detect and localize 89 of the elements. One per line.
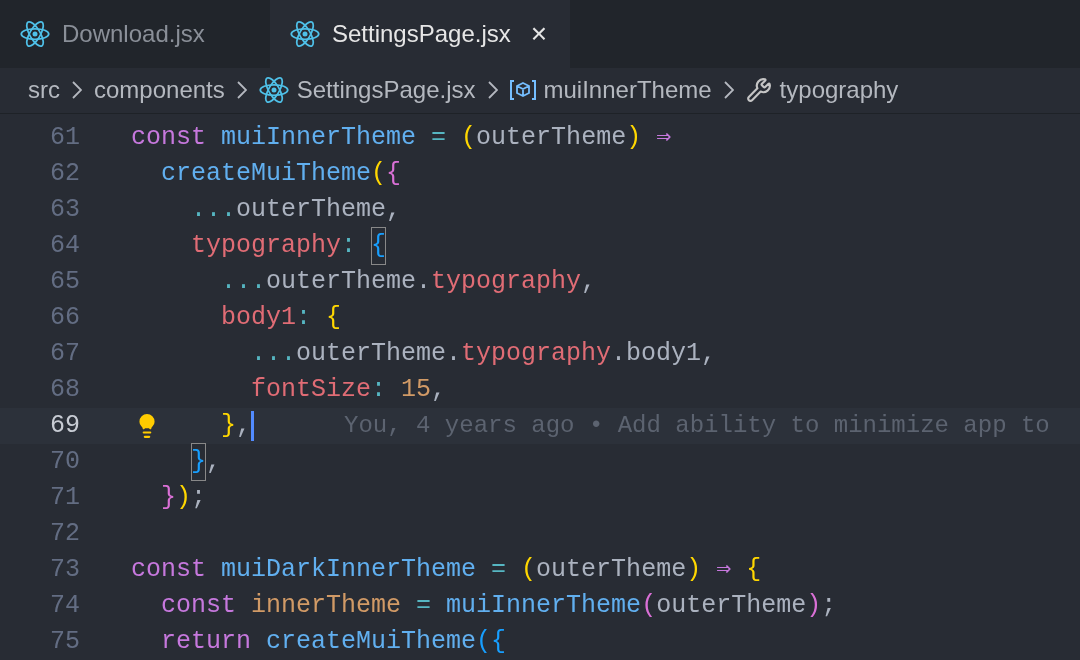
code-token: muiInnerTheme <box>221 122 417 155</box>
code-token: outerTheme, <box>236 194 402 227</box>
breadcrumb-item[interactable]: components <box>94 72 225 109</box>
code-token: = <box>491 554 508 587</box>
code-token: ... <box>191 194 237 227</box>
line-number: 72 <box>49 518 80 551</box>
code-token: ... <box>251 338 297 371</box>
chevron-icon <box>236 81 247 100</box>
breadcrumb-item[interactable]: SettingsPage.jsx <box>296 72 476 109</box>
line-number: 68 <box>49 374 80 407</box>
code-token: outerTheme <box>656 590 807 623</box>
code-token: fontSize <box>251 374 372 407</box>
code-token: ; <box>821 590 837 623</box>
code-token: { <box>326 302 342 335</box>
code-token: muiInnerTheme <box>446 590 642 623</box>
code-token: createMuiTheme <box>161 158 372 191</box>
line-number: 71 <box>49 482 80 515</box>
code-token: ... <box>221 266 267 299</box>
code-token: ) <box>686 554 702 587</box>
line-number: 63 <box>49 194 80 227</box>
line-number: 64 <box>49 230 80 263</box>
code-token: : <box>371 374 388 407</box>
code-token: { <box>746 554 762 587</box>
text-cursor <box>251 411 255 441</box>
line-number: 65 <box>49 266 80 299</box>
line-number: 67 <box>49 338 80 371</box>
code-token: 15 <box>401 374 432 407</box>
code-token: body1 <box>221 302 297 335</box>
code-token: ⇒ <box>716 554 733 587</box>
code-token: ; <box>191 482 207 515</box>
close-button[interactable]: × <box>530 19 548 48</box>
code-token: , <box>431 374 447 407</box>
code-token: outerTheme <box>476 122 627 155</box>
code-token: { <box>386 158 402 191</box>
code-token: ⇒ <box>656 122 672 155</box>
code-token: = <box>431 122 448 155</box>
code-token: } <box>221 410 237 443</box>
line-number: 75 <box>49 626 80 659</box>
react-icon <box>258 76 289 105</box>
code-token: outerTheme <box>536 554 687 587</box>
code-token: , <box>206 446 222 479</box>
code-token: return <box>161 626 253 659</box>
code-token: createMuiTheme <box>266 626 477 659</box>
code-token: = <box>416 590 433 623</box>
wrench-icon <box>745 77 772 104</box>
code-token: muiDarkInnerTheme <box>221 554 477 587</box>
code-token: .body1, <box>611 338 717 371</box>
line-number: 62 <box>49 158 80 191</box>
cube-icon <box>509 78 536 103</box>
code-token: typography <box>431 266 582 299</box>
line-number: 70 <box>49 446 80 479</box>
line-number: 69 <box>49 410 80 443</box>
code-token: ) <box>626 122 642 155</box>
code-token: } <box>191 443 207 481</box>
code-token: : <box>341 230 358 263</box>
react-icon <box>290 19 320 48</box>
code-token: ( <box>461 122 477 155</box>
code-token: typography <box>461 338 612 371</box>
chevron-icon <box>487 81 498 100</box>
code-token: ( <box>521 554 537 587</box>
code-token: const <box>131 554 207 587</box>
code-token: ) <box>806 590 822 623</box>
breadcrumb-item[interactable]: muiInnerTheme <box>543 72 712 109</box>
code-token: ( <box>641 590 657 623</box>
chevron-icon <box>723 81 734 100</box>
code-token: innerTheme <box>251 590 402 623</box>
line-number: 66 <box>49 302 80 335</box>
code-token: ( <box>476 626 492 659</box>
line-number: 74 <box>49 590 80 623</box>
breadcrumb-item[interactable]: src <box>28 72 60 109</box>
code-token: const <box>131 122 207 155</box>
code-token: , <box>236 410 252 443</box>
code-token: typography <box>191 230 342 263</box>
code-token: ( <box>371 158 387 191</box>
code-token: outerTheme. <box>266 266 432 299</box>
code-token: { <box>491 626 507 659</box>
code-token: ) <box>176 482 192 515</box>
chevron-icon <box>72 81 82 100</box>
line-number: 61 <box>49 122 80 155</box>
code-token: const <box>161 590 238 623</box>
code-token: } <box>161 482 177 515</box>
breadcrumb-item[interactable]: typography <box>779 72 899 109</box>
code-token: { <box>371 227 387 265</box>
line-number: 73 <box>49 554 80 587</box>
editor-tab[interactable]: SettingsPage.jsx × <box>270 0 570 68</box>
code-token: , <box>581 266 597 299</box>
code-token: outerTheme. <box>296 338 462 371</box>
code-token: : <box>296 302 313 335</box>
react-icon <box>20 19 50 48</box>
